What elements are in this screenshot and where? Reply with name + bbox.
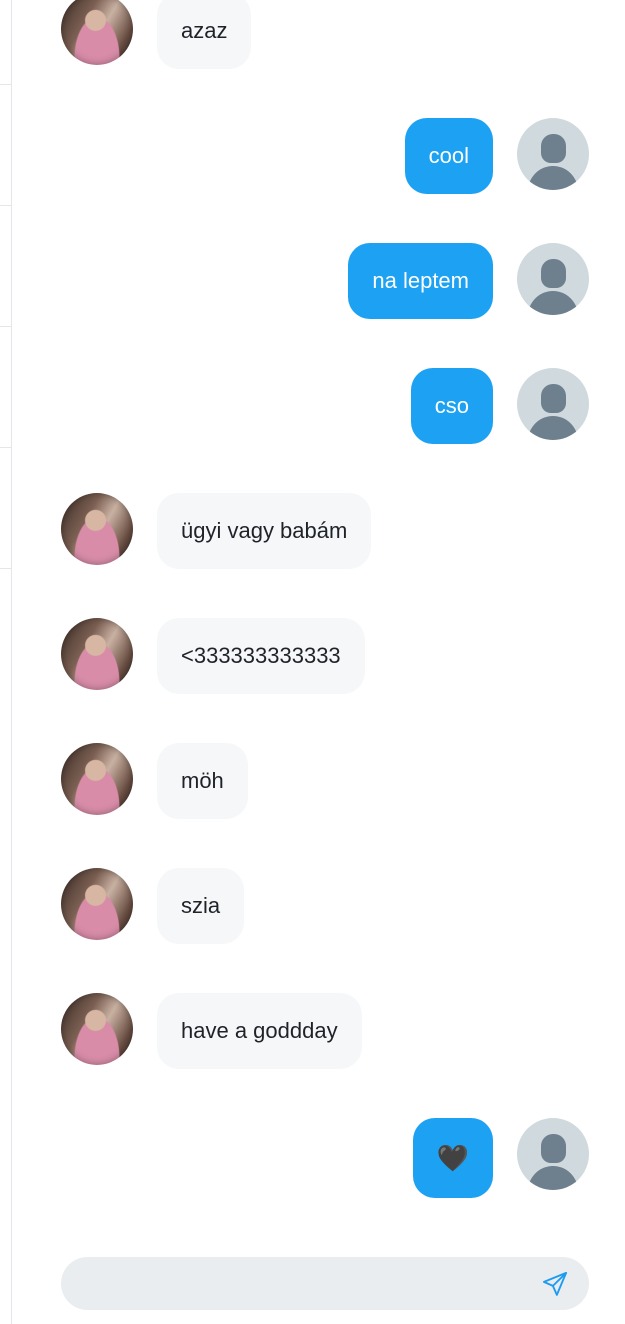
message-row-incoming: szia bbox=[61, 868, 589, 993]
sidebar-divider-tick bbox=[0, 568, 11, 569]
message-row-incoming: have a goddday bbox=[61, 993, 589, 1118]
contact-avatar[interactable] bbox=[61, 618, 133, 690]
message-bubble: möh bbox=[157, 743, 248, 819]
chat-page: azaz cool na leptem cso ügyi vagy babám … bbox=[0, 0, 625, 1324]
send-button[interactable] bbox=[541, 1270, 569, 1298]
message-bubble: have a goddday bbox=[157, 993, 362, 1069]
message-bubble: szia bbox=[157, 868, 245, 944]
sidebar-divider-tick bbox=[0, 205, 11, 206]
contact-avatar[interactable] bbox=[61, 743, 133, 815]
black-heart-icon: 🖤 bbox=[436, 1143, 470, 1173]
message-bubble: azaz bbox=[157, 0, 252, 69]
message-row-incoming: möh bbox=[61, 743, 589, 868]
paper-plane-icon bbox=[542, 1271, 568, 1296]
message-bubble: <333333333333 bbox=[157, 618, 365, 694]
message-composer bbox=[61, 1257, 589, 1312]
message-row-incoming: ügyi vagy babám bbox=[61, 493, 589, 618]
sidebar-divider-tick bbox=[0, 326, 11, 327]
contact-avatar[interactable] bbox=[61, 0, 133, 65]
message-bubble: ügyi vagy babám bbox=[157, 493, 372, 569]
sidebar-divider-tick bbox=[0, 447, 11, 448]
sidebar-divider bbox=[11, 0, 12, 1324]
message-row-incoming: azaz bbox=[61, 0, 589, 118]
user-avatar[interactable] bbox=[517, 243, 589, 315]
message-row-incoming: <333333333333 bbox=[61, 618, 589, 743]
message-row-outgoing: cool bbox=[61, 118, 589, 243]
message-bubble: na leptem bbox=[348, 243, 493, 319]
contact-avatar[interactable] bbox=[61, 993, 133, 1065]
message-bubble: cso bbox=[410, 368, 493, 444]
contact-avatar[interactable] bbox=[61, 868, 133, 940]
message-row-outgoing: 🖤 bbox=[61, 1118, 589, 1243]
message-row-outgoing: cso bbox=[61, 368, 589, 493]
message-bubble: 🖤 bbox=[413, 1118, 493, 1198]
sidebar-divider-tick bbox=[0, 84, 11, 85]
message-list[interactable]: azaz cool na leptem cso ügyi vagy babám … bbox=[61, 0, 589, 1243]
user-avatar[interactable] bbox=[517, 368, 589, 440]
contact-avatar[interactable] bbox=[61, 493, 133, 565]
message-bubble: cool bbox=[404, 118, 493, 194]
user-avatar[interactable] bbox=[517, 1118, 589, 1190]
message-input[interactable] bbox=[81, 1257, 525, 1312]
message-row-outgoing: na leptem bbox=[61, 243, 589, 368]
user-avatar[interactable] bbox=[517, 118, 589, 190]
